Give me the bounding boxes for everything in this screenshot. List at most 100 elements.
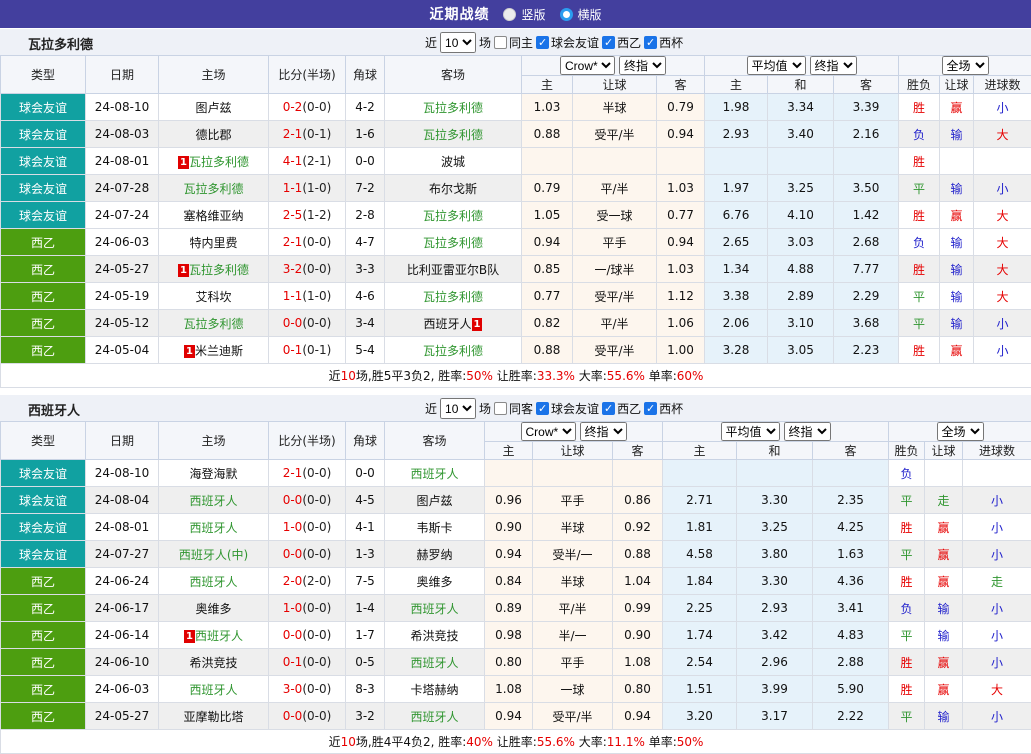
- checkbox-icon[interactable]: ✓: [602, 36, 615, 49]
- goals-result-cell: 大: [974, 229, 1031, 256]
- crow-odds-handicap: 半球: [533, 514, 613, 541]
- summary-part: 33.3%: [537, 369, 575, 383]
- avg-odds-draw: 2.89: [768, 283, 834, 310]
- odds-source-select[interactable]: Crow*: [521, 422, 576, 441]
- league-filter-copa[interactable]: ✓ 西杯: [644, 400, 683, 417]
- match-date: 24-08-10: [86, 460, 159, 487]
- team-name: 瓦拉多利德: [28, 34, 93, 53]
- radio-unselected-icon[interactable]: [503, 8, 516, 21]
- crow-odds-handicap: 受一球: [573, 202, 657, 229]
- score-cell: 0-0(0-0): [269, 310, 346, 337]
- team-name-text: 西班牙人: [195, 629, 243, 643]
- col-date: 日期: [86, 422, 159, 460]
- avg-odds-away: 7.77: [834, 256, 899, 283]
- fulltime-score: 2-1: [283, 466, 303, 480]
- league-filter-segunda[interactable]: ✓ 西乙: [602, 34, 641, 51]
- checkbox-icon[interactable]: ✓: [602, 402, 615, 415]
- avg-odds-home: 3.20: [663, 703, 737, 730]
- match-date: 24-08-10: [86, 94, 159, 121]
- avg-odds-draw: 3.17: [737, 703, 813, 730]
- checkbox-icon[interactable]: [494, 402, 507, 415]
- away-team-cell: 西班牙人: [385, 649, 485, 676]
- halftime-score: (0-0): [302, 655, 331, 669]
- summary-part: 10: [341, 735, 356, 749]
- avg-source-select[interactable]: 平均值: [747, 56, 806, 75]
- result-cell: 平: [889, 541, 925, 568]
- match-count-select[interactable]: 10: [440, 32, 476, 53]
- avg-odds-away: 2.23: [834, 337, 899, 364]
- section-header: 瓦拉多利德 近 10 场 同主 ✓ 球会友谊 ✓ 西乙 ✓ 西杯: [0, 28, 1031, 55]
- summary-part: 场,胜5平3负2, 胜率:: [356, 369, 466, 383]
- team-name-text: 西班牙人: [410, 602, 458, 616]
- league-filter-segunda[interactable]: ✓ 西乙: [602, 400, 641, 417]
- odds-time-select[interactable]: 终指: [619, 56, 666, 75]
- avg-odds-draw: 3.30: [737, 487, 813, 514]
- fulltime-score: 3-2: [283, 262, 303, 276]
- col-goals: 进球数: [963, 442, 1031, 460]
- checkbox-icon[interactable]: [494, 36, 507, 49]
- checkbox-icon[interactable]: ✓: [536, 36, 549, 49]
- period-select[interactable]: 全场: [937, 422, 984, 441]
- crow-odds-away: [613, 460, 663, 487]
- avg-odds-draw: [768, 148, 834, 175]
- avg-time-select[interactable]: 终指: [784, 422, 831, 441]
- fulltime-score: 0-0: [283, 547, 303, 561]
- result-cell: 胜: [899, 202, 940, 229]
- team-name-text: 图卢兹: [195, 101, 231, 115]
- avg-odds-away: 2.68: [834, 229, 899, 256]
- team-name-text: 奥维多: [195, 602, 231, 616]
- avg-odds-home: 1.81: [663, 514, 737, 541]
- match-row: 西乙24-06-24西班牙人2-0(2-0)7-5奥维多0.84半球1.041.…: [1, 568, 1031, 595]
- league-filter-friendly[interactable]: ✓ 球会友谊: [536, 34, 599, 51]
- radio-vertical-layout[interactable]: 竖版: [503, 6, 545, 23]
- league-filter-friendly[interactable]: ✓ 球会友谊: [536, 400, 599, 417]
- odds-source-select[interactable]: Crow*: [560, 56, 615, 75]
- team-name-text: 塞格维亚纳: [183, 209, 243, 223]
- avg-odds-home: [705, 148, 768, 175]
- period-select[interactable]: 全场: [942, 56, 989, 75]
- avg-odds-home: 1.51: [663, 676, 737, 703]
- radio-selected-icon[interactable]: [560, 8, 573, 21]
- avg-odds-home: 3.38: [705, 283, 768, 310]
- league-type-cell: 西乙: [1, 229, 86, 256]
- away-team-cell: 西班牙人: [385, 703, 485, 730]
- result-cell: 胜: [899, 256, 940, 283]
- avg-odds-home: 1.97: [705, 175, 768, 202]
- summary-part: 近: [329, 735, 341, 749]
- goals-result-cell: 小: [963, 703, 1031, 730]
- result-cell: 平: [889, 703, 925, 730]
- radio-horizontal-layout[interactable]: 横版: [560, 6, 602, 23]
- match-date: 24-06-03: [86, 676, 159, 703]
- away-team-cell: 卡塔赫纳: [385, 676, 485, 703]
- handicap-result-cell: 输: [925, 595, 963, 622]
- match-date: 24-07-27: [86, 541, 159, 568]
- same-venue-checkbox[interactable]: 同主: [494, 34, 533, 51]
- handicap-result-cell: 输: [940, 310, 974, 337]
- avg-odds-draw: 3.34: [768, 94, 834, 121]
- handicap-result-cell: 赢: [925, 676, 963, 703]
- odds-time-select[interactable]: 终指: [580, 422, 627, 441]
- team-name-text: 瓦拉多利德: [183, 182, 243, 196]
- halftime-score: (0-1): [302, 127, 331, 141]
- crow-odds-away: 1.03: [657, 175, 705, 202]
- same-venue-checkbox[interactable]: 同客: [494, 400, 533, 417]
- result-cell: 胜: [899, 148, 940, 175]
- fulltime-score: 2-1: [283, 235, 303, 249]
- league-type-cell: 西乙: [1, 595, 86, 622]
- col-score: 比分(半场): [269, 56, 346, 94]
- avg-time-select[interactable]: 终指: [810, 56, 857, 75]
- goals-result-cell: 小: [963, 541, 1031, 568]
- away-team-cell: 西班牙人1: [385, 310, 522, 337]
- avg-source-select[interactable]: 平均值: [721, 422, 780, 441]
- away-team-cell: 韦斯卡: [385, 514, 485, 541]
- match-count-select[interactable]: 10: [440, 398, 476, 419]
- away-team-cell: 瓦拉多利德: [385, 121, 522, 148]
- halftime-score: (0-0): [302, 709, 331, 723]
- league-type-cell: 球会友谊: [1, 487, 86, 514]
- checkbox-icon[interactable]: ✓: [644, 36, 657, 49]
- crow-odds-away: 1.12: [657, 283, 705, 310]
- checkbox-icon[interactable]: ✓: [536, 402, 549, 415]
- league-filter-copa[interactable]: ✓ 西杯: [644, 34, 683, 51]
- match-row: 西乙24-06-10希洪竞技0-1(0-0)0-5西班牙人0.80平手1.082…: [1, 649, 1031, 676]
- checkbox-icon[interactable]: ✓: [644, 402, 657, 415]
